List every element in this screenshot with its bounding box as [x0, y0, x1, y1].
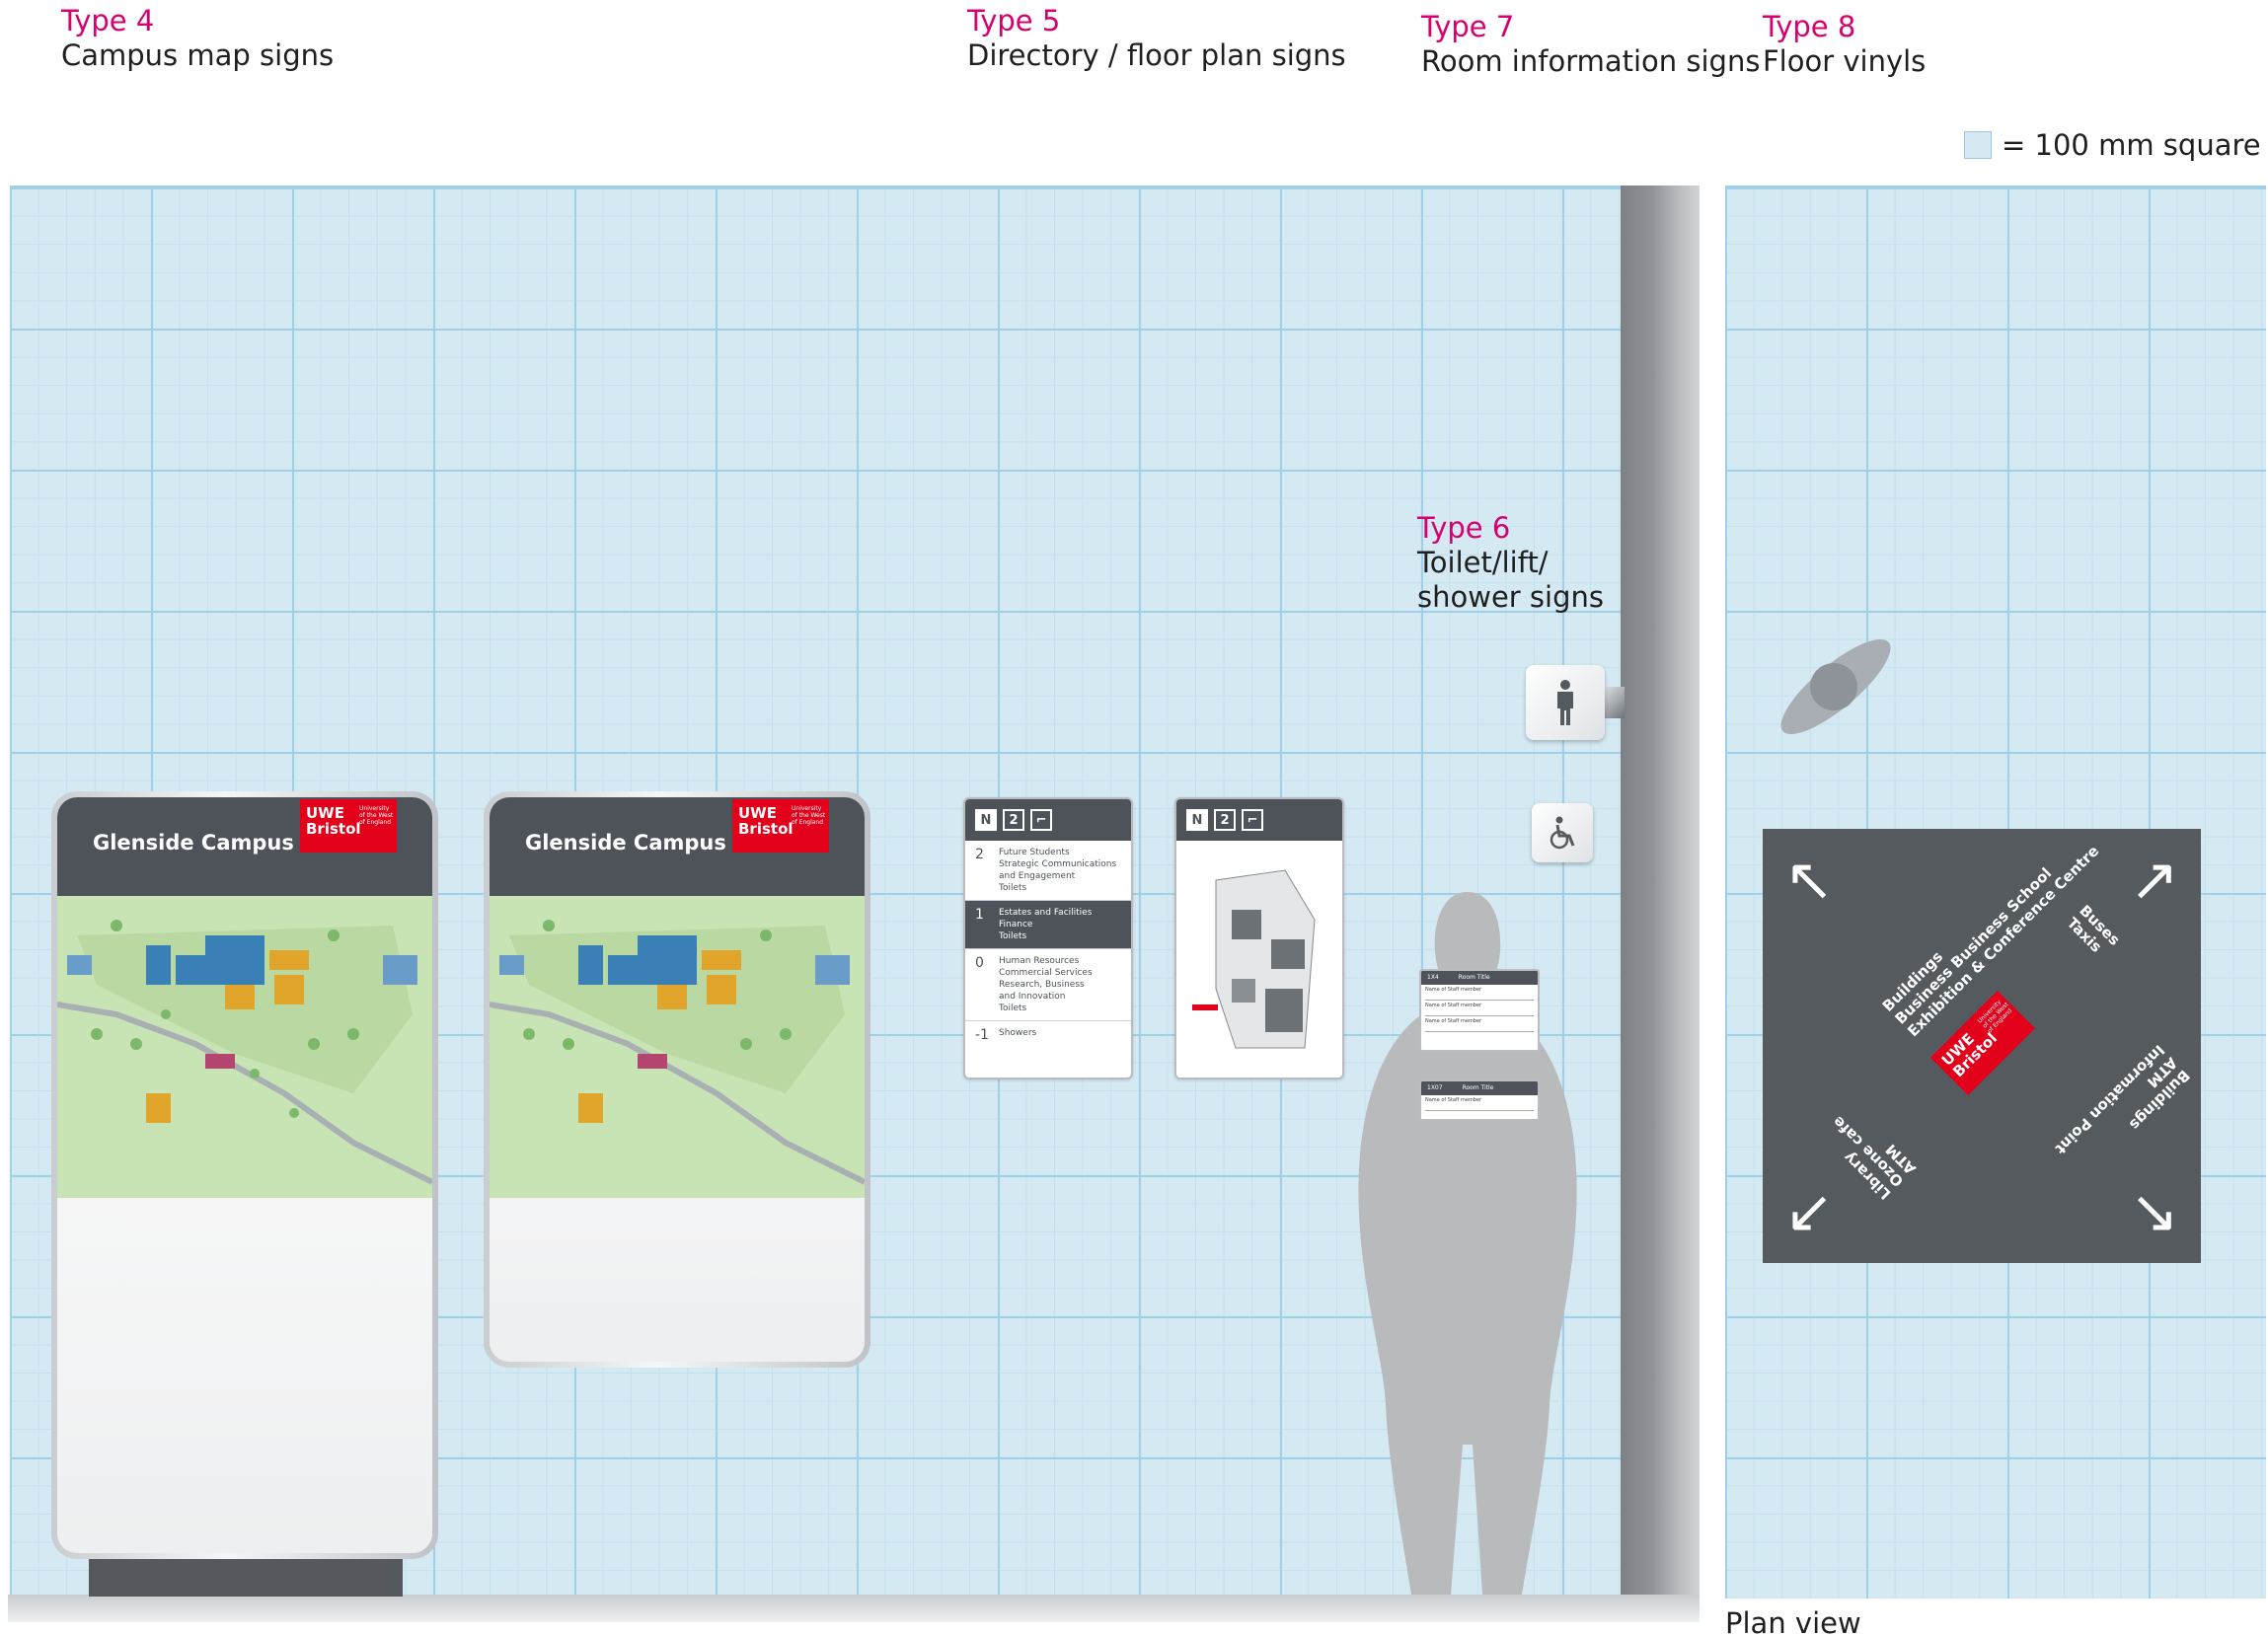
dept-line: Strategic Communications — [999, 859, 1117, 869]
uwe-logo-2: UWE Bristol University of the West of En… — [732, 799, 829, 853]
campus-map-illustration — [57, 920, 432, 1185]
uwe-logo-sub: University of the West of England — [359, 805, 394, 826]
floor-chip: 2 — [1214, 809, 1236, 831]
type8-desc: Floor vinyls — [1763, 44, 1927, 78]
directory-row: -1 Showers — [965, 1021, 1131, 1045]
room-number: 1X4 — [1427, 974, 1439, 981]
room-number: 1X07 — [1427, 1084, 1443, 1091]
campus-map-sign-tall: Glenside Campus UWE Bristol University o… — [51, 791, 438, 1559]
stairs-icon: ⌐ — [1030, 809, 1052, 831]
staff-line: Name of Staff member — [1425, 1018, 1534, 1032]
plan-view-caption: Plan view — [1725, 1606, 1861, 1636]
vinyl-buildings-text: Buildings — [1878, 947, 1947, 1015]
campus-map-panel-2: Glenside Campus UWE Bristol University o… — [490, 797, 865, 1362]
type5-title: Type 5 — [967, 4, 1061, 37]
type5-desc: Directory / floor plan signs — [967, 38, 1346, 72]
dept-line: and Engagement — [999, 871, 1076, 881]
staff-line: Name of Staff member — [1425, 1097, 1534, 1111]
dept-line: Toilets — [999, 883, 1027, 893]
type4-label: Type 4 Campus map signs — [61, 4, 334, 73]
type4-desc: Campus map signs — [61, 38, 335, 72]
accessible-sign — [1532, 803, 1593, 862]
campus-sign-header-2: Glenside Campus UWE Bristol University o… — [490, 797, 865, 896]
staff-line: Name of Staff member — [1425, 1003, 1534, 1016]
floor-vinyl: ↖ ↗ ↙ ↘ Buildings Business Business Scho… — [1763, 829, 2201, 1263]
room-title: Room Title — [1458, 974, 1490, 981]
vinyl-ne-block: Buses Taxis — [2064, 902, 2124, 962]
campus-map-panel: Glenside Campus UWE Bristol University o… — [57, 797, 432, 1553]
floor-number: -1 — [975, 1027, 989, 1043]
wheelchair-icon — [1550, 816, 1575, 850]
dept-line: and Innovation — [999, 992, 1066, 1002]
vinyl-atm-text-2: ATM — [2143, 1053, 2181, 1091]
vinyl-se-block: Buildings ATM Information Point — [2052, 1041, 2194, 1183]
type6-desc-2: shower signs — [1417, 580, 1604, 614]
type7-desc: Room information signs — [1421, 44, 1761, 78]
campus-map-sign-wall: Glenside Campus UWE Bristol University o… — [484, 791, 870, 1368]
type6-title: Type 6 — [1417, 511, 1511, 545]
floor-number: 0 — [975, 955, 984, 971]
arrow-up-right-icon: ↗ — [2129, 846, 2179, 915]
floor-strip — [8, 1595, 1700, 1622]
directory-row: 0 Human Resources Commercial Services Re… — [965, 949, 1131, 1021]
dept-line: Toilets — [999, 1004, 1027, 1013]
floor-number: 2 — [975, 847, 984, 862]
type6-label: Type 6 Toilet/lift/ shower signs — [1417, 511, 1604, 615]
dept-line: Finance — [999, 920, 1033, 930]
uwe-logo: UWE Bristol University of the West of En… — [300, 799, 397, 853]
directory-row: 2 Future Students Strategic Communicatio… — [965, 841, 1131, 901]
legend-swatch — [1964, 131, 1992, 159]
campus-sign-title: Glenside Campus — [93, 831, 294, 855]
dept-line: Research, Business — [999, 980, 1085, 990]
directory-sign-header: N 2 ⌐ — [965, 799, 1131, 841]
dept-line: Estates and Facilities — [999, 908, 1093, 918]
legend-text: = 100 mm square — [2002, 128, 2261, 162]
floor-chip: 2 — [1003, 809, 1024, 831]
floor-plan-sign-header: N 2 ⌐ — [1176, 799, 1342, 841]
vinyl-nw-block: Buildings Business Business School Exhib… — [1802, 829, 2102, 1040]
type8-label: Type 8 Floor vinyls — [1763, 10, 1926, 79]
male-toilet-icon — [1557, 680, 1573, 725]
dept-line: Human Resources — [999, 956, 1080, 966]
stairs-icon: ⌐ — [1242, 809, 1263, 831]
room-sign-head: 1X07 Room Title — [1421, 1081, 1538, 1095]
directory-sign: N 2 ⌐ 2 Future Students Strategic Commun… — [963, 797, 1133, 1079]
dept-line: Showers — [999, 1028, 1037, 1038]
totem-base — [89, 1555, 403, 1597]
type7-label: Type 7 Room information signs — [1421, 10, 1760, 79]
campus-sign-title-2: Glenside Campus — [525, 831, 726, 855]
room-sign-head: 1X4 Room Title — [1421, 971, 1538, 985]
north-chip: N — [975, 809, 997, 831]
dept-line: Future Students — [999, 848, 1070, 857]
campus-map-2 — [490, 896, 865, 1198]
north-chip: N — [1186, 809, 1208, 831]
type5-label: Type 5 Directory / floor plan signs — [967, 4, 1346, 73]
room-sign-a: 1X4 Room Title Name of Staff member Name… — [1419, 969, 1540, 1052]
arrow-down-right-icon: ↘ — [2129, 1177, 2179, 1246]
type4-title: Type 4 — [61, 4, 155, 37]
campus-map — [57, 896, 432, 1198]
dept-line: Commercial Services — [999, 968, 1093, 978]
type8-title: Type 8 — [1763, 10, 1856, 43]
type6-desc-1: Toilet/lift/ — [1417, 546, 1549, 579]
room-sign-b: 1X07 Room Title Name of Staff member — [1419, 1079, 1540, 1121]
scale-legend: = 100 mm square — [1964, 128, 2261, 162]
uwe-logo-sub-2: University of the West of England — [792, 805, 826, 826]
staff-line: Name of Staff member — [1425, 987, 1534, 1001]
floor-plan-drawing — [1192, 869, 1316, 1049]
floor-plan-sign: N 2 ⌐ — [1174, 797, 1344, 1079]
projecting-sign-plan — [1780, 638, 1891, 735]
campus-sign-header: Glenside Campus UWE Bristol University o… — [57, 797, 432, 896]
toilet-sign — [1526, 665, 1605, 740]
type7-title: Type 7 — [1421, 10, 1515, 43]
dept-line: Toilets — [999, 931, 1027, 941]
directory-row-current: 1 Estates and Facilities Finance Toilets — [965, 901, 1131, 949]
campus-map-illustration-2 — [490, 920, 865, 1185]
floor-number: 1 — [975, 907, 984, 923]
arrow-down-left-icon: ↙ — [1784, 1177, 1835, 1246]
room-title: Room Title — [1462, 1084, 1494, 1091]
wall-column — [1621, 186, 1700, 1595]
